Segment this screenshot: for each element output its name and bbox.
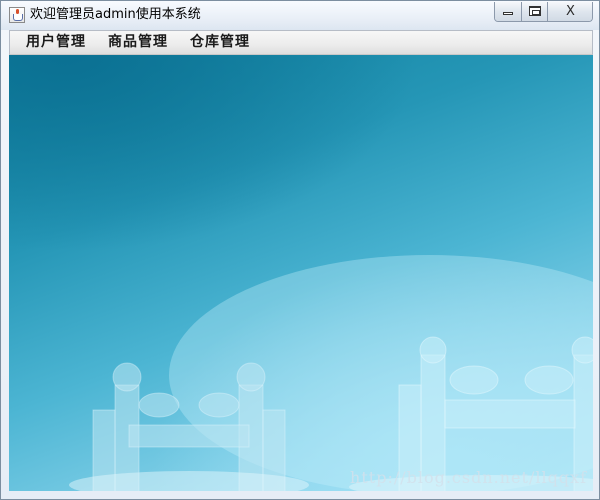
cup-shape [13,14,23,21]
left-gate-ornament-2 [198,392,240,418]
minimize-button[interactable] [495,2,521,21]
left-gate-ornament-1 [138,392,180,418]
left-gate-cap-1 [112,362,142,392]
archway-illustration [69,255,593,491]
menu-warehouse-management[interactable]: 仓库管理 [180,31,260,54]
java-app-icon[interactable] [9,7,25,23]
right-gate-ornament-2 [524,365,574,395]
background-image-panel: http://blog.csdn.net/llqqxf [9,55,593,491]
window-controls: X [494,2,593,22]
close-button[interactable]: X [547,2,592,21]
menu-user-management[interactable]: 用户管理 [16,31,96,54]
right-gate-ornament-1 [449,365,499,395]
watermark-text: http://blog.csdn.net/llqqxf [350,468,587,487]
left-gate-cap-2 [236,362,266,392]
minimize-icon [503,12,513,15]
title-bar[interactable]: 欢迎管理员admin使用本系统 X [1,1,599,30]
maximize-icon [529,6,541,16]
close-icon: X [566,4,575,19]
menu-bar: 用户管理 商品管理 仓库管理 [9,30,593,55]
menu-product-management[interactable]: 商品管理 [98,31,178,54]
right-gate-beam [444,399,576,429]
right-gate-cap-2 [571,336,593,364]
window-title: 欢迎管理员admin使用本系统 [30,7,201,22]
right-gate-cap-1 [419,336,447,364]
app-window: 欢迎管理员admin使用本系统 X 用户管理 商品管理 仓库管理 http://… [0,0,600,500]
left-gate-beam [128,424,250,448]
maximize-button[interactable] [521,2,547,21]
